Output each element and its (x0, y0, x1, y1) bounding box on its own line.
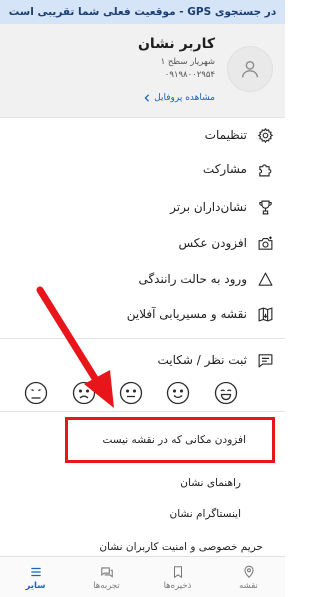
feedback-icon (255, 350, 275, 370)
chat-icon (100, 566, 113, 578)
profile-card[interactable]: کاربر نشان شهریار سطح ۱ ۰۹۱۹۸۰۰۲۹۵۴ مشاه… (0, 24, 285, 118)
nav-tab-label: سایر (25, 580, 46, 591)
neutral-face-icon[interactable] (119, 381, 143, 405)
profile-city: شهریار سطح ۱ (160, 57, 215, 67)
menu-item-label: مشارکت (202, 162, 247, 176)
user-icon (241, 60, 259, 78)
bookmark-icon (173, 565, 182, 578)
profile-name: کاربر نشان (137, 36, 215, 52)
menu-item-add-photo[interactable]: افزودن عکس (0, 226, 285, 260)
nav-tab-label: نقشه (239, 580, 258, 591)
chevron-left-icon (144, 94, 150, 102)
nav-tab-saved[interactable]: ذخیره‌ها (142, 557, 213, 597)
menu-item-guide[interactable]: راهنمای نشان (0, 466, 285, 500)
add-photo-icon (255, 233, 275, 253)
avatar[interactable] (227, 46, 273, 92)
nav-tab-map[interactable]: نقشه (213, 557, 284, 597)
annotation-arrow (36, 286, 114, 408)
menu-item-label: ثبت نظر / شکایت (157, 353, 248, 367)
gps-status-text: در جستجوی GPS - موقعیت فعلی شما تقریبی ا… (8, 6, 277, 18)
trophy-icon (255, 197, 275, 217)
offline-map-icon (255, 304, 275, 324)
menu-item-instagram[interactable]: اینستاگرام نشان (0, 497, 285, 531)
menu-item-label: نشان‌داران برتر (170, 200, 247, 214)
profile-phone: ۰۹۱۹۸۰۰۲۹۵۴ (164, 70, 215, 80)
menu-item-contribution[interactable]: مشارکت (0, 152, 285, 186)
navigation-icon (255, 269, 275, 289)
bottom-navigation: نقشه ذخیره‌ها تجربه‌ها سایر (0, 556, 285, 597)
nav-tab-label: تجربه‌ها (93, 580, 120, 591)
nav-tab-more[interactable]: سایر (0, 557, 71, 597)
add-missing-place-item[interactable]: افزودن مکانی که در نقشه نیست (65, 417, 275, 463)
instagram-label: اینستاگرام نشان (169, 508, 242, 520)
menu-item-label: افزودن عکس (178, 236, 247, 250)
happy-face-icon[interactable] (214, 381, 238, 405)
view-profile-label: مشاهده پروفایل (154, 93, 215, 103)
menu-item-label: تنظیمات (204, 128, 247, 142)
gear-icon (255, 125, 275, 145)
nav-tab-experiences[interactable]: تجربه‌ها (71, 557, 142, 597)
gps-status-banner: در جستجوی GPS - موقعیت فعلی شما تقریبی ا… (0, 0, 285, 24)
puzzle-icon (255, 159, 275, 179)
add-missing-place-label: افزودن مکانی که در نقشه نیست (102, 434, 246, 446)
menu-item-label: ورود به حالت رانندگی (138, 272, 247, 286)
privacy-label: حریم خصوصی و امنیت کاربران نشان (99, 541, 263, 553)
smile-face-icon[interactable] (166, 381, 190, 405)
menu-item-settings[interactable]: تنظیمات (0, 118, 285, 152)
guide-label: راهنمای نشان (180, 477, 241, 489)
menu-item-label: نقشه و مسیریابی آفلاین (126, 307, 247, 321)
map-pin-icon (243, 565, 254, 578)
nav-tab-label: ذخیره‌ها (163, 580, 192, 591)
view-profile-link[interactable]: مشاهده پروفایل (143, 93, 215, 103)
menu-item-top-users[interactable]: نشان‌داران برتر (0, 190, 285, 224)
menu-icon (30, 567, 41, 576)
